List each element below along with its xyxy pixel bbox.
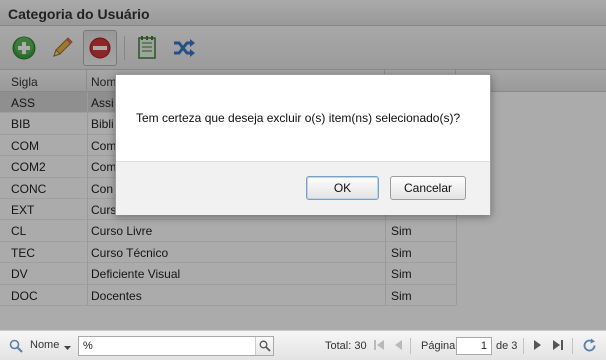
- search-icon: [9, 339, 23, 356]
- search-submit-icon[interactable]: [255, 337, 273, 355]
- paging-separator: [410, 338, 411, 354]
- total-count: Total: 30: [325, 340, 367, 352]
- status-bar: Nome % Total: 30 Página 1 de 3: [0, 330, 606, 360]
- search-field-label[interactable]: Nome: [30, 339, 59, 351]
- first-page-icon[interactable]: [373, 339, 385, 354]
- ok-button[interactable]: OK: [306, 176, 379, 200]
- chevron-down-icon[interactable]: [64, 340, 71, 354]
- page-label: Página: [421, 340, 456, 352]
- paging-separator: [523, 338, 524, 354]
- paging-separator: [572, 338, 573, 354]
- page-count: de 3: [496, 340, 518, 352]
- search-input[interactable]: %: [78, 336, 274, 356]
- cancel-button[interactable]: Cancelar: [390, 176, 466, 200]
- dialog-message: Tem certeza que deseja excluir o(s) item…: [136, 111, 461, 125]
- dialog-footer: OK Cancelar: [116, 161, 490, 215]
- previous-page-icon[interactable]: [392, 339, 404, 354]
- search-input-value: %: [83, 340, 93, 352]
- page-number-input[interactable]: 1: [456, 337, 492, 355]
- refresh-icon[interactable]: [582, 338, 597, 356]
- next-page-icon[interactable]: [532, 339, 544, 354]
- last-page-icon[interactable]: [552, 339, 564, 354]
- confirm-dialog: Tem certeza que deseja excluir o(s) item…: [115, 74, 491, 215]
